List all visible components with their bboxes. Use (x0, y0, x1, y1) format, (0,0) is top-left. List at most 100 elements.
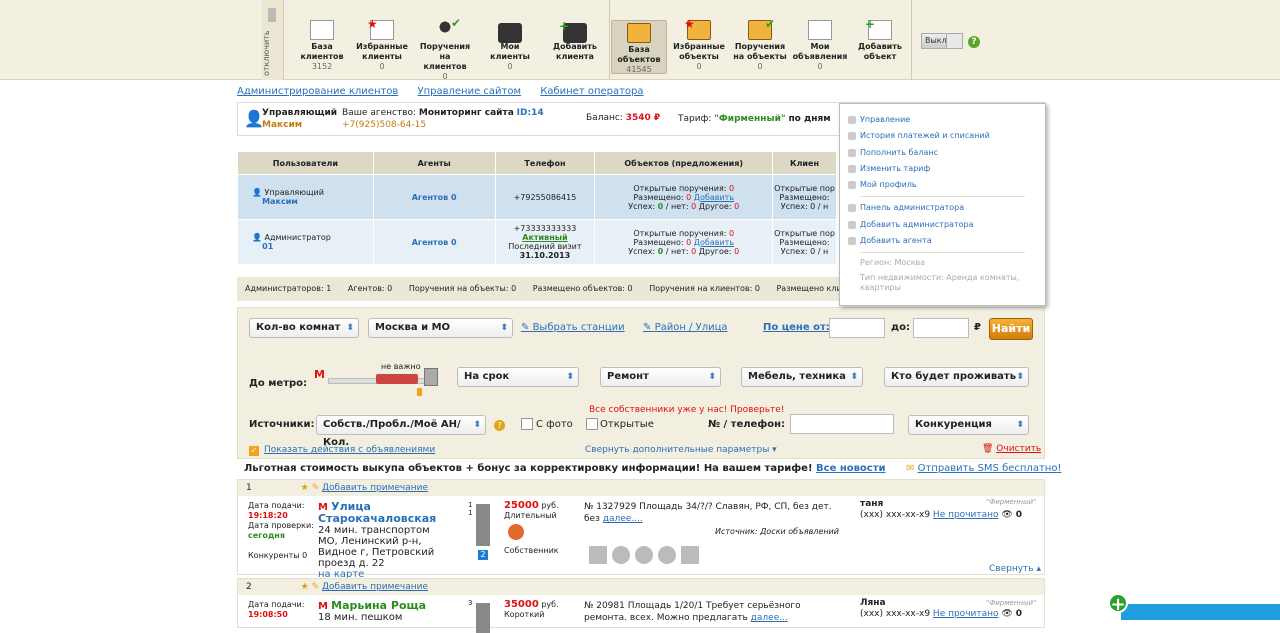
add-plus-icon[interactable]: + (1108, 593, 1128, 615)
open-checkbox[interactable] (586, 418, 598, 430)
table-row[interactable]: 👤 Управляющий Максим Агентов 0 +79255086… (237, 174, 837, 220)
add-client-label: Добавить клиента (553, 42, 597, 61)
balance: Баланс: 3540 ₽ (586, 113, 660, 123)
menu-item-change-tariff[interactable]: Изменить тариф (848, 161, 1045, 177)
price-from-label[interactable]: По цене от: (763, 322, 830, 333)
obj-open-label: Открытые поручения: (633, 183, 727, 193)
my-ads-button[interactable]: Мои объявления 0 (792, 20, 848, 72)
city-select[interactable]: Москва и МО (368, 318, 513, 338)
clear-link[interactable]: 🗑 Очистить (982, 444, 1041, 454)
phone-search-input[interactable] (790, 414, 894, 434)
obj-open-value: 0 (729, 228, 735, 238)
furniture-select[interactable]: Мебель, техника (741, 367, 863, 387)
toolbar-collapse-handle[interactable]: отключить (262, 0, 284, 80)
client-base-button[interactable]: База клиентов 3152 (294, 20, 350, 72)
admin-clients-link[interactable]: Администрирование клиентов (237, 86, 398, 97)
add-client-button[interactable]: + Добавить клиента (547, 20, 603, 62)
obj-success-label: Успех: (628, 201, 656, 211)
listing-card[interactable]: 2 ★ ✎ Добавить примечание Дата подачи: 1… (237, 578, 1045, 633)
agents-cell[interactable]: Агентов 0 (372, 219, 496, 265)
menu-item-add-agent[interactable]: Добавить агента (848, 233, 1045, 249)
metro-label: До метро: (249, 378, 308, 389)
favorite-objects-button[interactable]: ★ Избранные объекты 0 (671, 18, 727, 72)
obj-other-label: Другое: (698, 246, 732, 256)
sources-select[interactable]: Собств./Пробл./Моё АН/Кол. (316, 415, 486, 448)
stations-link[interactable]: ✎ Выбрать станции (521, 322, 625, 333)
obj-open-value: 0 (729, 183, 735, 193)
object-orders-button[interactable]: ✔ Поручения на объекты 0 (732, 18, 788, 72)
all-news-link[interactable]: Все новости (816, 463, 886, 474)
collapse-label: Свернуть (989, 564, 1034, 574)
price-from-input[interactable] (829, 318, 885, 338)
competition-select[interactable]: Конкуренция (908, 415, 1029, 435)
help-icon[interactable]: ? (968, 36, 980, 48)
photo-checkbox[interactable] (521, 418, 533, 430)
object-base-button[interactable]: База объектов 41545 (611, 20, 667, 74)
table-row[interactable]: 👤 Администратор 01 Агентов 0 +7333333333… (237, 219, 837, 265)
rent-term: Короткий (504, 610, 545, 619)
repair-select[interactable]: Ремонт (600, 367, 721, 387)
agents-cell[interactable]: Агентов 0 (372, 174, 496, 220)
currency-label: ₽ (974, 322, 981, 333)
price-value: 25000 (504, 500, 539, 511)
menu-item-add-admin[interactable]: Добавить администратора (848, 217, 1045, 233)
add-note-link[interactable]: Добавить примечание (322, 483, 428, 493)
floors-badge: 2 (478, 550, 488, 560)
col-users: Пользователи (237, 151, 374, 175)
collapse-params-link[interactable]: Свернуть дополнительные параметры ▾ (585, 445, 777, 455)
who-lives-select[interactable]: Кто будет проживать (884, 367, 1029, 387)
listing-card[interactable]: 1 ★ ✎ Добавить примечание Дата подачи: 1… (237, 479, 1045, 580)
favorite-star-icon[interactable]: ★ (301, 582, 309, 592)
menu-item-top-up[interactable]: Пополнить баланс (848, 145, 1045, 161)
unread-link[interactable]: Не прочитано (933, 609, 999, 619)
chat-bar[interactable] (1121, 604, 1280, 620)
stat-client-orders: Поручения на клиентов: 0 (649, 284, 760, 293)
slider-handle[interactable] (417, 388, 422, 396)
price-to-input[interactable] (913, 318, 969, 338)
actions-checkbox[interactable]: ✓ (249, 446, 259, 456)
my-clients-button[interactable]: Мои клиенты 0 (482, 20, 538, 72)
menu-item-management[interactable]: Управление (848, 112, 1045, 128)
client-base-count: 3152 (311, 62, 333, 71)
listing-header: 2 ★ ✎ Добавить примечание (238, 579, 1044, 595)
rooms-select[interactable]: Кол-во комнат (249, 318, 359, 338)
menu-item-profile[interactable]: Мой профиль (848, 177, 1045, 193)
favorite-star-icon[interactable]: ★ (301, 483, 309, 493)
menu-item-payment-history[interactable]: История платежей и списаний (848, 128, 1045, 144)
stations-label: Выбрать станции (532, 322, 625, 333)
client-base-icon (310, 20, 334, 40)
contact-phone: (xxx) xxx-xx-x9 (860, 609, 931, 619)
obj-add-link[interactable]: Добавить (694, 238, 734, 247)
operator-cabinet-link[interactable]: Кабинет оператора (540, 86, 643, 97)
term-select[interactable]: На срок (457, 367, 579, 387)
find-button[interactable]: Найти (989, 318, 1033, 340)
show-actions-link[interactable]: Показать действия с объявлениями (264, 445, 435, 455)
unread-link[interactable]: Не прочитано (933, 510, 999, 520)
obj-add-link[interactable]: Добавить (694, 193, 734, 202)
stat-object-orders: Поручения на объекты: 0 (408, 284, 517, 293)
contact-phone: (xxx) xxx-xx-x9 (860, 510, 931, 520)
user-name[interactable]: 01 (262, 242, 273, 251)
site-management-link[interactable]: Управление сайтом (418, 86, 522, 97)
collapse-listing[interactable]: Свернуть ▴ (989, 564, 1041, 574)
client-orders-button[interactable]: ✔ Поручения на клиентов 0 (417, 17, 473, 82)
user-name[interactable]: Максим (262, 197, 298, 206)
sources-help-icon[interactable]: ? (494, 420, 505, 431)
objects-cell: Открытые поручения: 0 Размещено: 0 Добав… (594, 219, 774, 265)
user-status[interactable]: Активный (522, 233, 567, 242)
agency-name: Мониторинг сайта (418, 108, 514, 118)
add-object-button[interactable]: + Добавить объект (852, 18, 908, 62)
metro-station[interactable]: Улица Старокачаловская (318, 500, 436, 525)
obj-success-value: 0 (657, 201, 664, 211)
off-toggle[interactable]: Выкл. (921, 33, 963, 49)
tariff-suffix: по дням (788, 114, 831, 124)
more-link[interactable]: далее... (751, 613, 788, 623)
obj-no-label: нет: (671, 246, 689, 256)
add-note-link[interactable]: Добавить примечание (322, 582, 428, 592)
metro-station[interactable]: Марьина Роща (331, 599, 426, 612)
more-link[interactable]: далее.... (603, 514, 643, 524)
district-link[interactable]: ✎ Район / Улица (643, 322, 728, 333)
sms-link[interactable]: ✉ Отправить SMS бесплатно! (906, 463, 1061, 474)
menu-item-admin-panel[interactable]: Панель администратора (848, 200, 1045, 216)
favorite-clients-button[interactable]: ★ Избранные клиенты 0 (354, 18, 410, 72)
